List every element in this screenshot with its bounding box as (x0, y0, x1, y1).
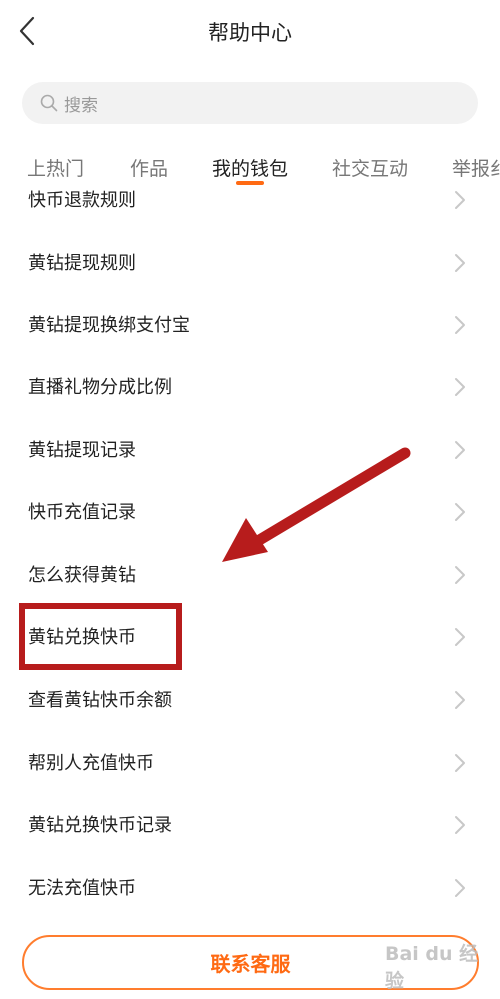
list-item[interactable]: 帮别人充值快币 (0, 731, 500, 793)
baidu-jingyan-watermark: Bai du 经验 (385, 943, 479, 992)
list-item-label: 黄钻提现规则 (28, 253, 136, 274)
list-item-label: 怎么获得黄钻 (28, 565, 136, 586)
chevron-right-icon (455, 691, 465, 709)
list-item[interactable]: 怎么获得黄钻 (0, 543, 500, 605)
list-item-label: 帮别人充值快币 (28, 753, 154, 774)
list-item-label: 快币充值记录 (28, 502, 136, 523)
list-item[interactable]: 快币退款规则 (0, 168, 500, 230)
list-item[interactable]: 黄钻提现记录 (0, 418, 500, 480)
chevron-right-icon (455, 254, 465, 272)
chevron-right-icon (455, 816, 465, 834)
chevron-right-icon (455, 566, 465, 584)
chevron-right-icon (455, 191, 465, 209)
list-item-label: 无法充值快币 (28, 878, 136, 899)
list-item-label: 查看黄钻快币余额 (28, 690, 172, 711)
list-item-label: 直播礼物分成比例 (28, 377, 172, 398)
search-icon (40, 94, 58, 112)
search-input[interactable]: 搜索 (22, 82, 478, 124)
list-item[interactable]: 查看黄钻快币余额 (0, 668, 500, 730)
list-item[interactable]: 黄钻提现规则 (0, 231, 500, 293)
chevron-right-icon (455, 754, 465, 772)
header: 帮助中心 (0, 0, 500, 64)
annotation-highlight-box (19, 603, 182, 670)
list-item[interactable]: 黄钻提现换绑支付宝 (0, 293, 500, 355)
list-item[interactable]: 快币充值记录 (0, 480, 500, 542)
chevron-right-icon (455, 441, 465, 459)
chevron-right-icon (455, 316, 465, 334)
search-placeholder: 搜索 (64, 95, 98, 116)
list-item[interactable]: 黄钻兑换快币记录 (0, 793, 500, 855)
list-item-label: 快币退款规则 (28, 190, 136, 211)
chevron-right-icon (455, 378, 465, 396)
list-item[interactable]: 无法充值快币 (0, 856, 500, 918)
list-item-label: 黄钻提现换绑支付宝 (28, 315, 190, 336)
list-item[interactable]: 直播礼物分成比例 (0, 355, 500, 417)
chevron-right-icon (455, 879, 465, 897)
page-title: 帮助中心 (208, 21, 292, 45)
list-item-label: 黄钻提现记录 (28, 440, 136, 461)
chevron-right-icon (455, 628, 465, 646)
list-item-label: 黄钻兑换快币记录 (28, 815, 172, 836)
chevron-right-icon (455, 503, 465, 521)
